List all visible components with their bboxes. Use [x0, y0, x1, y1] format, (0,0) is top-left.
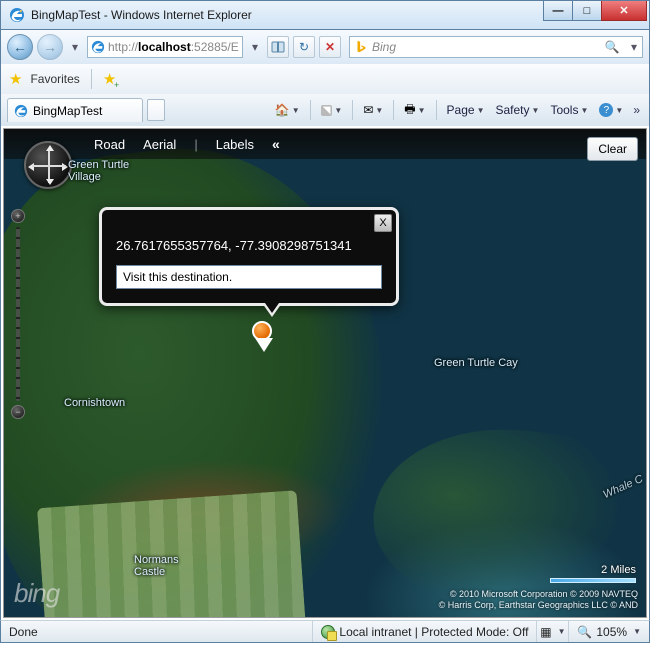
refresh-button[interactable]: ↻	[293, 36, 315, 58]
ie-icon	[9, 7, 25, 23]
place-label: Green Turtle Village	[68, 159, 129, 183]
place-label: Green Turtle Cay	[434, 357, 518, 369]
place-label: Cornishtown	[64, 397, 125, 409]
tab-bingmaptest[interactable]: BingMapTest	[7, 98, 143, 122]
zoom-slider[interactable]	[16, 227, 20, 401]
status-zone: Local intranet | Protected Mode: Off	[313, 621, 537, 642]
status-bar: Done Local intranet | Protected Mode: Of…	[0, 620, 650, 643]
nav-toolbar: ← → ▾ http://localhost:52885/E ▾ ↻ ✕ Bin…	[0, 30, 650, 64]
place-label: Normans Castle	[134, 554, 179, 578]
search-placeholder: Bing	[372, 40, 396, 54]
new-tab-button[interactable]	[147, 99, 165, 121]
readmail-button[interactable]: ✉▼	[359, 99, 387, 121]
search-box[interactable]: Bing 🔍 ▾	[349, 36, 643, 58]
map-scale: 2 Miles	[550, 564, 636, 583]
address-dropdown[interactable]: ▾	[247, 40, 263, 54]
forward-button[interactable]: →	[37, 34, 63, 60]
status-protected-icon[interactable]: ▦▼	[537, 621, 569, 642]
command-overflow[interactable]: »	[630, 103, 643, 117]
compat-view-button[interactable]	[267, 36, 289, 58]
zone-icon	[321, 625, 335, 639]
tab-title: BingMapTest	[33, 104, 102, 118]
map-zoom-control[interactable]: + −	[10, 209, 26, 419]
window-titlebar: BingMapTest - Windows Internet Explorer …	[0, 0, 650, 30]
search-dropdown[interactable]: ▾	[626, 40, 642, 54]
tools-menu[interactable]: Tools▼	[546, 99, 592, 121]
back-button[interactable]: ←	[7, 34, 33, 60]
bing-icon	[354, 40, 368, 54]
map-style-road[interactable]: Road	[94, 137, 125, 152]
map-infobox: X 26.7617655357764, -77.3908298751341	[99, 207, 399, 306]
print-icon: 🖶	[404, 100, 415, 121]
zoom-icon: 🔍	[577, 625, 592, 639]
home-button[interactable]: 🏠▼	[271, 99, 304, 121]
zoom-in-button[interactable]: +	[11, 209, 25, 223]
address-url: http://localhost:52885/E	[108, 40, 239, 54]
map-pan-compass[interactable]	[24, 141, 72, 189]
tab-bar: BingMapTest 🏠▼ ◥▼ ✉▼ 🖶▼ Page▼ Safety▼ To…	[0, 94, 650, 126]
clear-button[interactable]: Clear	[587, 137, 638, 161]
mail-icon: ✉	[363, 103, 373, 117]
status-text: Done	[1, 621, 313, 642]
bing-logo: bing	[14, 578, 59, 609]
status-zoom[interactable]: 🔍 105% ▼	[569, 621, 649, 642]
map-style-aerial[interactable]: Aerial	[143, 137, 176, 152]
print-button[interactable]: 🖶▼	[400, 99, 429, 121]
rss-icon: ◥	[321, 105, 333, 116]
window-maximize-button[interactable]: □	[572, 1, 602, 21]
safety-menu[interactable]: Safety▼	[492, 99, 544, 121]
tab-page-icon	[14, 104, 28, 118]
infobox-note-input[interactable]	[116, 265, 382, 289]
favorites-label[interactable]: Favorites	[30, 72, 79, 86]
feeds-button[interactable]: ◥▼	[317, 99, 347, 121]
command-bar: 🏠▼ ◥▼ ✉▼ 🖶▼ Page▼ Safety▼ Tools▼ ?▼ »	[271, 99, 643, 121]
add-favorite-icon[interactable]: ★+	[103, 70, 116, 88]
help-button[interactable]: ?▼	[595, 99, 627, 121]
favorites-star-icon[interactable]: ★	[9, 70, 22, 88]
favorites-bar: ★ Favorites ★+	[0, 64, 650, 94]
window-close-button[interactable]: ✕	[601, 1, 647, 21]
map-viewport[interactable]: Road Aerial | Labels « + − Clear Green T…	[3, 128, 647, 618]
infobox-close-button[interactable]: X	[374, 214, 392, 232]
zoom-out-button[interactable]: −	[11, 405, 25, 419]
help-icon: ?	[599, 103, 613, 117]
map-copyright: © 2010 Microsoft Corporation © 2009 NAVT…	[439, 589, 638, 611]
nav-history-dropdown[interactable]: ▾	[67, 40, 83, 54]
window-minimize-button[interactable]: —	[543, 1, 573, 21]
search-button[interactable]: 🔍	[602, 40, 622, 54]
shield-icon: ▦	[540, 625, 551, 639]
map-style-bar: Road Aerial | Labels «	[4, 129, 646, 159]
page-icon	[91, 40, 105, 54]
map-collapse-icon[interactable]: «	[272, 136, 277, 152]
map-style-labels[interactable]: Labels	[216, 137, 254, 152]
infobox-coordinates: 26.7617655357764, -77.3908298751341	[116, 238, 382, 253]
map-pushpin[interactable]	[252, 321, 276, 355]
home-icon: 🏠	[275, 103, 290, 117]
stop-button[interactable]: ✕	[319, 36, 341, 58]
page-menu[interactable]: Page▼	[443, 99, 489, 121]
page-content: Road Aerial | Labels « + − Clear Green T…	[0, 126, 650, 620]
window-title: BingMapTest - Windows Internet Explorer	[31, 8, 252, 22]
address-bar[interactable]: http://localhost:52885/E	[87, 36, 243, 58]
